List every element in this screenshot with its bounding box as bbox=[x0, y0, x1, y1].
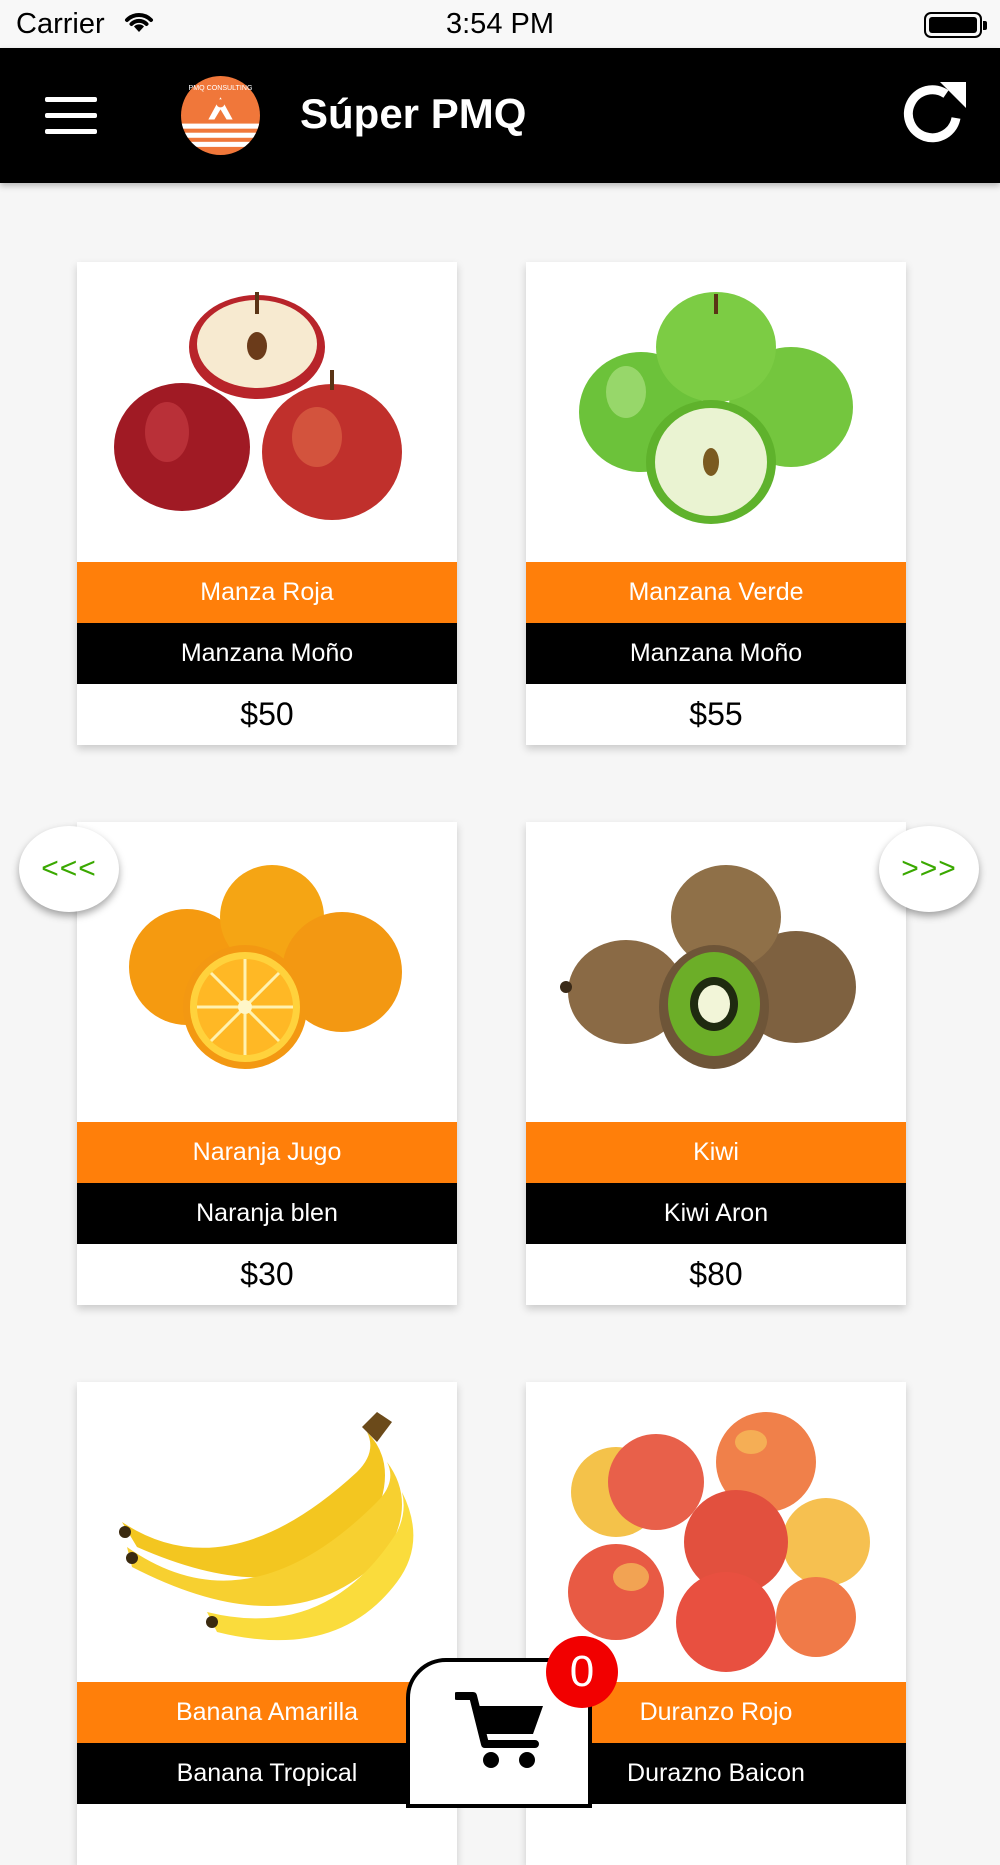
product-image-bananas bbox=[119, 1412, 414, 1641]
product-image-green-apples bbox=[579, 292, 853, 524]
next-page-button[interactable]: >>> bbox=[879, 826, 979, 912]
product-price: $50 bbox=[240, 696, 294, 732]
product-price bbox=[77, 1804, 457, 1865]
product-price bbox=[526, 1804, 906, 1865]
product-name: Kiwi bbox=[526, 1122, 906, 1183]
product-card[interactable]: Kiwi Kiwi Aron $80 bbox=[526, 822, 906, 1305]
product-card[interactable]: Naranja Jugo Naranja blen $30 bbox=[77, 822, 457, 1305]
product-image-kiwis bbox=[560, 865, 856, 1069]
product-variety: Banana Tropical bbox=[77, 1743, 457, 1804]
cart-count-badge: 0 bbox=[546, 1636, 618, 1708]
previous-page-button[interactable]: <<< bbox=[19, 826, 119, 912]
product-price: $55 bbox=[689, 696, 743, 732]
product-card[interactable]: Manza Roja Manzana Moño $50 bbox=[77, 262, 457, 745]
product-card[interactable]: Manzana Verde Manzana Moño $55 bbox=[526, 262, 906, 745]
product-variety: Kiwi Aron bbox=[526, 1183, 906, 1244]
product-card[interactable]: Banana Amarilla Banana Tropical bbox=[77, 1382, 457, 1865]
product-name: Banana Amarilla bbox=[77, 1682, 457, 1743]
product-price: $30 bbox=[240, 1256, 294, 1292]
product-name: Naranja Jugo bbox=[77, 1122, 457, 1183]
product-image-red-apples bbox=[114, 292, 402, 520]
product-grid: Manza Roja Manzana Moño $50 Manzana Verd… bbox=[0, 0, 1000, 1865]
product-variety: Manzana Moño bbox=[77, 623, 457, 684]
product-name: Manza Roja bbox=[77, 562, 457, 623]
shopping-cart-icon bbox=[455, 1692, 543, 1768]
product-variety: Manzana Moño bbox=[526, 623, 906, 684]
product-name: Manzana Verde bbox=[526, 562, 906, 623]
product-variety: Naranja blen bbox=[77, 1183, 457, 1244]
product-image-oranges bbox=[129, 865, 402, 1069]
product-price: $80 bbox=[689, 1256, 743, 1292]
